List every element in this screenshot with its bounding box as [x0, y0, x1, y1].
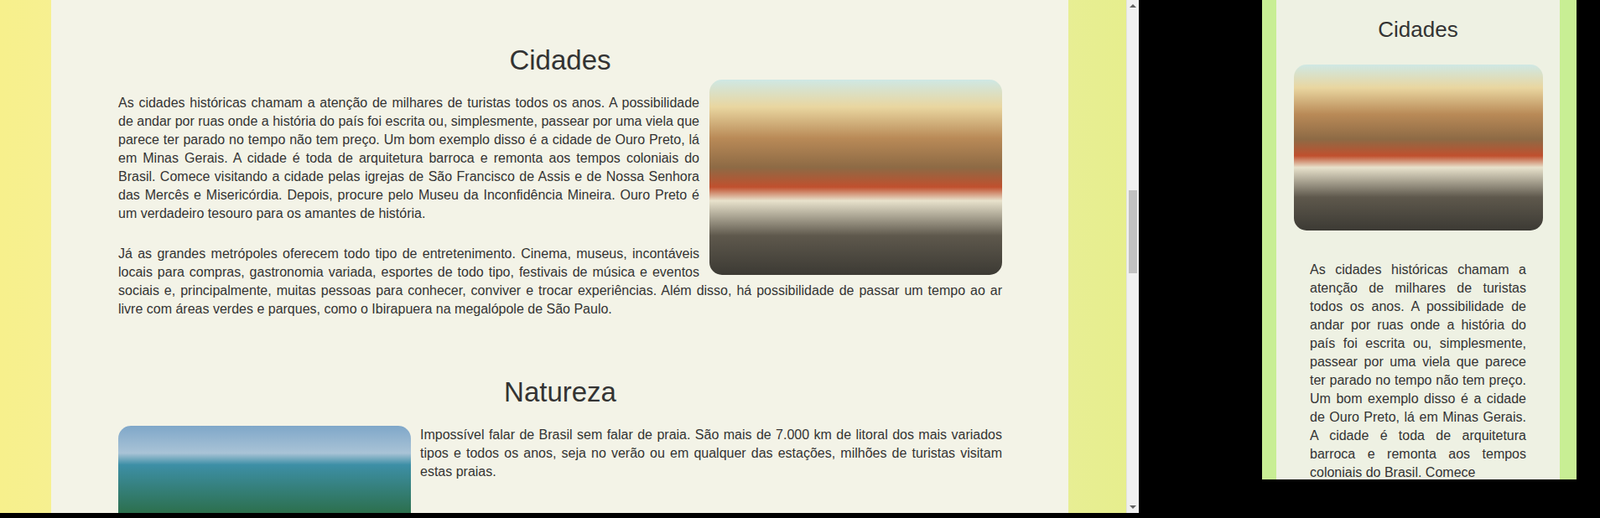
section-photo [1293, 64, 1543, 231]
content-panel: CidadesAs cidades históricas chamam a at… [51, 0, 1069, 514]
backdrop [1138, 0, 1263, 518]
scrollbar[interactable] [1126, 0, 1139, 514]
section-title: Cidades [118, 43, 1003, 78]
scroll-down-icon[interactable] [1128, 503, 1138, 512]
desktop-viewport: CidadesAs cidades históricas chamam a at… [0, 0, 1139, 514]
paragraph: As cidades históricas chamam a atenção d… [1309, 260, 1527, 480]
section-title: Natureza [118, 375, 1003, 410]
content-panel: Cidades As cidades históricas chamam a at… [1276, 0, 1560, 480]
section-title: Cidades [1293, 0, 1543, 43]
page-area: CidadesAs cidades históricas chamam a at… [0, 0, 1127, 514]
section-photo [709, 79, 1003, 276]
section: CidadesAs cidades históricas chamam a at… [118, 43, 1003, 341]
section-photo [118, 425, 411, 514]
mobile-viewport: Cidades As cidades históricas chamam a at… [1262, 0, 1577, 480]
scroll-up-icon[interactable] [1128, 1, 1138, 11]
section: NaturezaImpossível falar de Brasil sem f… [118, 375, 1003, 514]
scroll-thumb[interactable] [1128, 190, 1138, 274]
